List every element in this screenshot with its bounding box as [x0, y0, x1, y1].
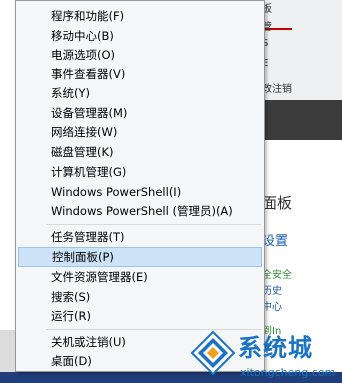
menu-item-control-panel[interactable]: 控制面板(P)	[18, 247, 262, 267]
background-fragment: 改注销	[262, 84, 292, 95]
menu-item-network-connections[interactable]: 网络连接(W)	[18, 122, 262, 142]
menu-item-computer-management[interactable]: 计算机管理(G)	[18, 162, 262, 182]
background-dark-block	[262, 100, 342, 140]
menu-item-mobility-center[interactable]: 移动中心(B)	[18, 26, 262, 46]
winx-context-menu: 程序和功能(F) 移动中心(B) 电源选项(O) 事件查看器(V) 系统(Y) …	[15, 0, 265, 372]
menu-separator	[46, 224, 261, 225]
watermark: 系统城 xitongcheng.com	[190, 322, 342, 383]
watermark-title: 系统城	[238, 334, 313, 362]
menu-item-power-options[interactable]: 电源选项(O)	[18, 45, 262, 65]
menu-item-disk-management[interactable]: 磁盘管理(K)	[18, 142, 262, 162]
menu-item-system[interactable]: 系统(Y)	[18, 83, 262, 103]
background-fragment: 面板	[262, 194, 293, 212]
menu-item-task-manager[interactable]: 任务管理器(T)	[18, 227, 262, 247]
menu-item-programs-features[interactable]: 程序和功能(F)	[18, 6, 262, 26]
menu-item-file-explorer[interactable]: 文件资源管理器(E)	[18, 267, 262, 287]
menu-item-search[interactable]: 搜索(S)	[18, 287, 262, 307]
background-link[interactable]: 全安全	[262, 266, 292, 281]
menu-item-device-manager[interactable]: 设备管理器(M)	[18, 103, 262, 123]
background-link[interactable]: 中心	[262, 298, 282, 313]
menu-item-powershell[interactable]: Windows PowerShell(I)	[18, 182, 262, 202]
background-link[interactable]: 历史	[262, 282, 282, 297]
menu-item-powershell-admin[interactable]: Windows PowerShell (管理员)(A)	[18, 201, 262, 221]
background-link[interactable]: 设置	[262, 230, 288, 249]
watermark-url: xitongcheng.com	[240, 366, 336, 379]
menu-item-event-viewer[interactable]: 事件查看器(V)	[18, 64, 262, 84]
watermark-logo-icon	[190, 330, 236, 376]
